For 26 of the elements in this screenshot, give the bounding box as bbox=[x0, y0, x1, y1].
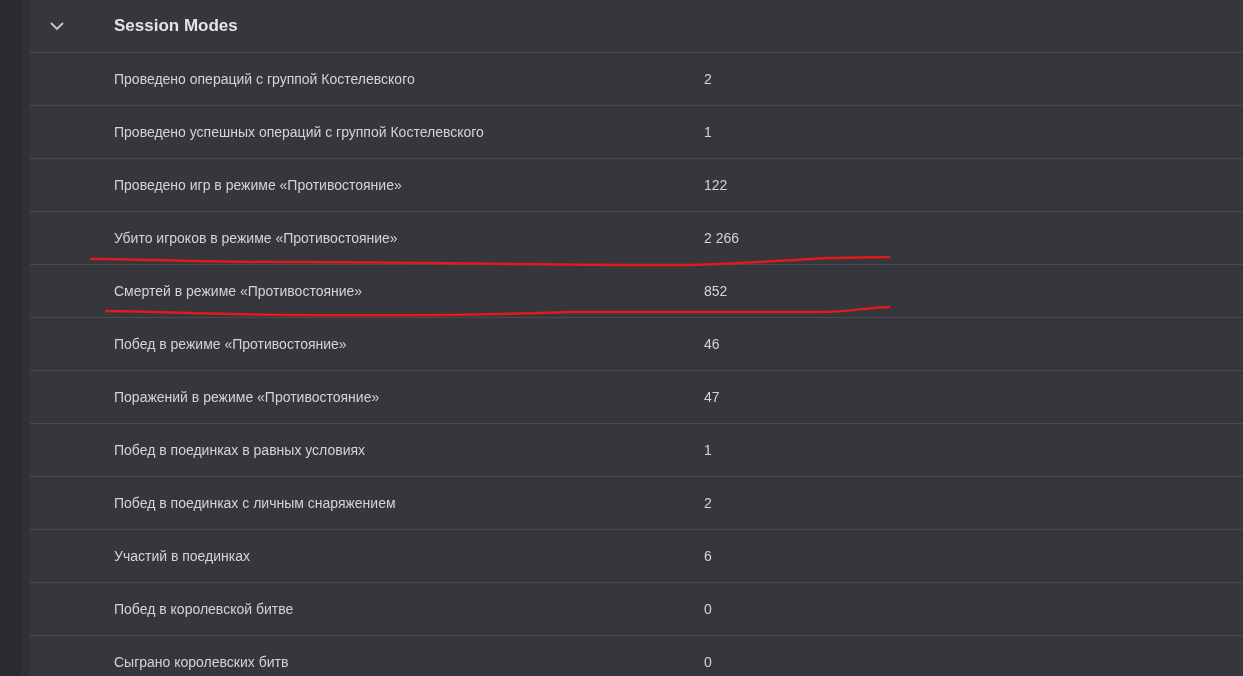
stat-label: Побед в поединках с личным снаряжением bbox=[113, 493, 397, 513]
stat-value: 2 266 bbox=[704, 228, 740, 248]
stat-value: 852 bbox=[704, 281, 728, 301]
stat-value: 47 bbox=[704, 387, 720, 407]
stat-label: Участий в поединках bbox=[113, 546, 252, 566]
stat-label: Побед в королевской битве bbox=[113, 599, 295, 619]
stat-label: Побед в поединках в равных условиях bbox=[113, 440, 367, 460]
stat-label: Проведено операций с группой Костелевского bbox=[113, 69, 416, 89]
stat-label: Побед в режиме «Противостояние» bbox=[113, 334, 348, 354]
chevron-icon[interactable] bbox=[50, 21, 64, 31]
stat-value: 122 bbox=[704, 175, 728, 195]
stat-value: 0 bbox=[704, 652, 712, 672]
stat-label: Проведено успешных операций с группой Костелевского bbox=[113, 122, 485, 142]
section-title: Session Modes bbox=[114, 15, 238, 38]
stat-value: 6 bbox=[704, 546, 712, 566]
stat-label: Сыграно королевских битв bbox=[113, 652, 290, 672]
stat-label: Проведено игр в режиме «Противостояние» bbox=[113, 175, 403, 195]
stat-value: 1 bbox=[704, 440, 712, 460]
stat-value: 2 bbox=[704, 493, 712, 513]
stat-value: 2 bbox=[704, 69, 712, 89]
stat-value: 1 bbox=[704, 122, 712, 142]
stat-label: Смертей в режиме «Противостояние» bbox=[113, 281, 364, 301]
stat-value: 46 bbox=[704, 334, 720, 354]
stat-label: Поражений в режиме «Противостояние» bbox=[113, 387, 381, 407]
stat-value: 0 bbox=[704, 599, 712, 619]
stat-label: Убито игроков в режиме «Противостояние» bbox=[113, 228, 399, 248]
